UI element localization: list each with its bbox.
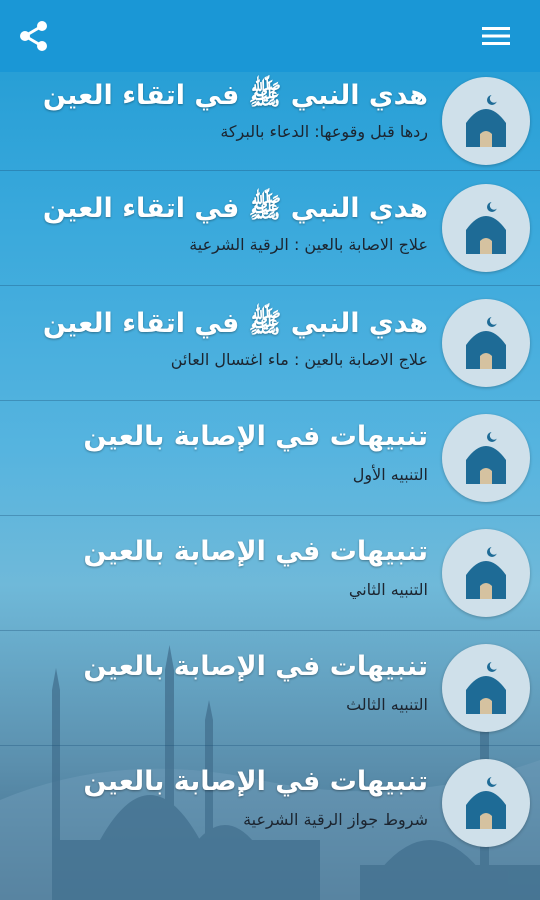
item-icon-badge: [442, 77, 530, 165]
list-item[interactable]: هدي النبي ﷺ في اتقاء العين ردها قبل وقوع…: [0, 72, 540, 171]
list-item[interactable]: هدي النبي ﷺ في اتقاء العين علاج الاصابة …: [0, 171, 540, 286]
list-item[interactable]: تنبيهات في الإصابة بالعين التنبيه الأول: [0, 401, 540, 516]
list-item[interactable]: هدي النبي ﷺ في اتقاء العين علاج الاصابة …: [0, 286, 540, 401]
item-title: تنبيهات في الإصابة بالعين: [83, 421, 428, 452]
mosque-icon: [466, 776, 506, 829]
share-icon: [20, 21, 47, 51]
item-subtitle: شروط جواز الرقية الشرعية: [243, 810, 428, 829]
item-icon-badge: [442, 184, 530, 272]
item-title: هدي النبي ﷺ في اتقاء العين: [42, 193, 428, 224]
hamburger-menu-button[interactable]: [480, 18, 516, 54]
articles-list: هدي النبي ﷺ في اتقاء العين ردها قبل وقوع…: [0, 72, 540, 860]
list-item[interactable]: تنبيهات في الإصابة بالعين شروط جواز الرق…: [0, 746, 540, 860]
item-icon-badge: [442, 759, 530, 847]
mosque-icon: [466, 661, 506, 714]
item-subtitle: التنبيه الأول: [352, 465, 428, 484]
list-item[interactable]: تنبيهات في الإصابة بالعين التنبيه الثالث: [0, 631, 540, 746]
mosque-icon: [466, 546, 506, 599]
item-icon-badge: [442, 299, 530, 387]
item-title: تنبيهات في الإصابة بالعين: [83, 536, 428, 567]
hamburger-menu-icon: [482, 27, 510, 45]
item-icon-badge: [442, 644, 530, 732]
item-title: تنبيهات في الإصابة بالعين: [83, 766, 428, 797]
list-item[interactable]: تنبيهات في الإصابة بالعين التنبيه الثاني: [0, 516, 540, 631]
mosque-icon: [466, 201, 506, 254]
item-icon-badge: [442, 414, 530, 502]
item-subtitle: التنبيه الثاني: [348, 580, 428, 599]
item-icon-badge: [442, 529, 530, 617]
item-title: هدي النبي ﷺ في اتقاء العين: [42, 80, 428, 111]
item-subtitle: التنبيه الثالث: [346, 695, 428, 714]
item-title: تنبيهات في الإصابة بالعين: [83, 651, 428, 682]
item-title: هدي النبي ﷺ في اتقاء العين: [42, 308, 428, 339]
app-toolbar: [0, 0, 540, 72]
item-subtitle: علاج الاصابة بالعين : الرقية الشرعية: [189, 235, 428, 254]
share-button[interactable]: [16, 18, 52, 54]
item-subtitle: علاج الاصابة بالعين : ماء اغتسال العائن: [170, 350, 428, 369]
mosque-icon: [466, 94, 506, 147]
mosque-icon: [466, 316, 506, 369]
item-subtitle: ردها قبل وقوعها: الدعاء بالبركة: [220, 122, 428, 141]
mosque-icon: [466, 431, 506, 484]
